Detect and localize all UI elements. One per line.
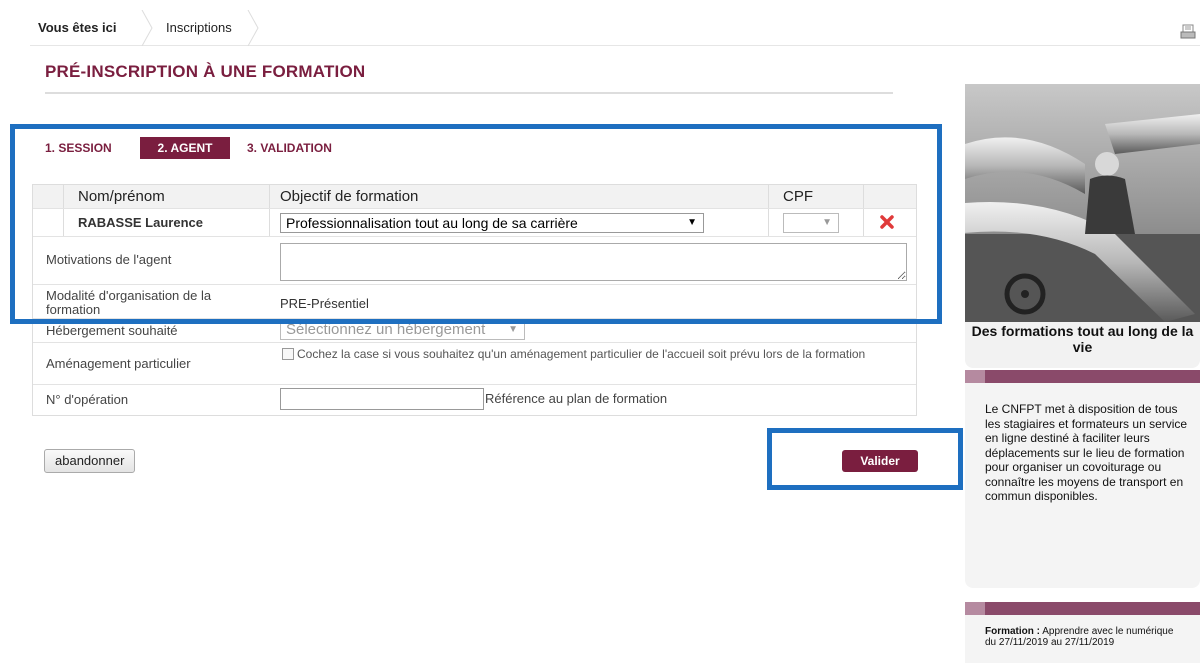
formation-dates: du 27/11/2019 au 27/11/2019 (985, 637, 1115, 648)
breadcrumb-item-inscriptions[interactable]: Inscriptions (166, 10, 232, 46)
hebergement-label: Hébergement souhaité (46, 323, 178, 338)
operation-hint: Référence au plan de formation (485, 391, 668, 406)
amenagement-text: Cochez la case si vous souhaitez qu'un a… (297, 347, 866, 361)
amenagement-label: Aménagement particulier (46, 356, 191, 371)
operation-label: N° d'opération (46, 392, 129, 407)
sidebar-photo (965, 84, 1200, 322)
formation-title[interactable]: Apprendre avec le numérique (1040, 626, 1173, 637)
breadcrumb-separator-icon (140, 9, 154, 47)
formation-label: Formation : (985, 626, 1040, 637)
print-icon[interactable] (1180, 24, 1196, 40)
operation-input[interactable] (280, 388, 484, 410)
highlight-box-valider (767, 428, 963, 490)
photo-caption: Des formations tout au long de la vie (971, 323, 1194, 355)
highlight-box-agent-section (10, 124, 942, 324)
amenagement-checkbox[interactable] (282, 348, 294, 360)
breadcrumb-here-label: Vous êtes ici (38, 20, 117, 35)
panel-header-bar (965, 370, 1200, 383)
abandon-button[interactable]: abandonner (44, 449, 136, 473)
operation-row: N° d'opération Référence au plan de form… (33, 385, 916, 415)
photo-caption-box: Des formations tout au long de la vie (965, 322, 1200, 368)
page-title: PRÉ-INSCRIPTION À UNE FORMATION (45, 62, 893, 94)
formation-panel-text: Formation : Apprendre avec le numérique … (985, 626, 1190, 648)
panel-header-bar (965, 602, 1200, 615)
formation-panel: Formation : Apprendre avec le numérique … (965, 602, 1200, 663)
info-panel: Le CNFPT met à disposition de tous les s… (965, 370, 1200, 588)
info-panel-text: Le CNFPT met à disposition de tous les s… (985, 402, 1188, 503)
breadcrumb-separator-icon (246, 9, 260, 47)
breadcrumb: Vous êtes ici Inscriptions (30, 9, 1200, 47)
amenagement-row: Aménagement particulier Cochez la case s… (33, 343, 916, 385)
